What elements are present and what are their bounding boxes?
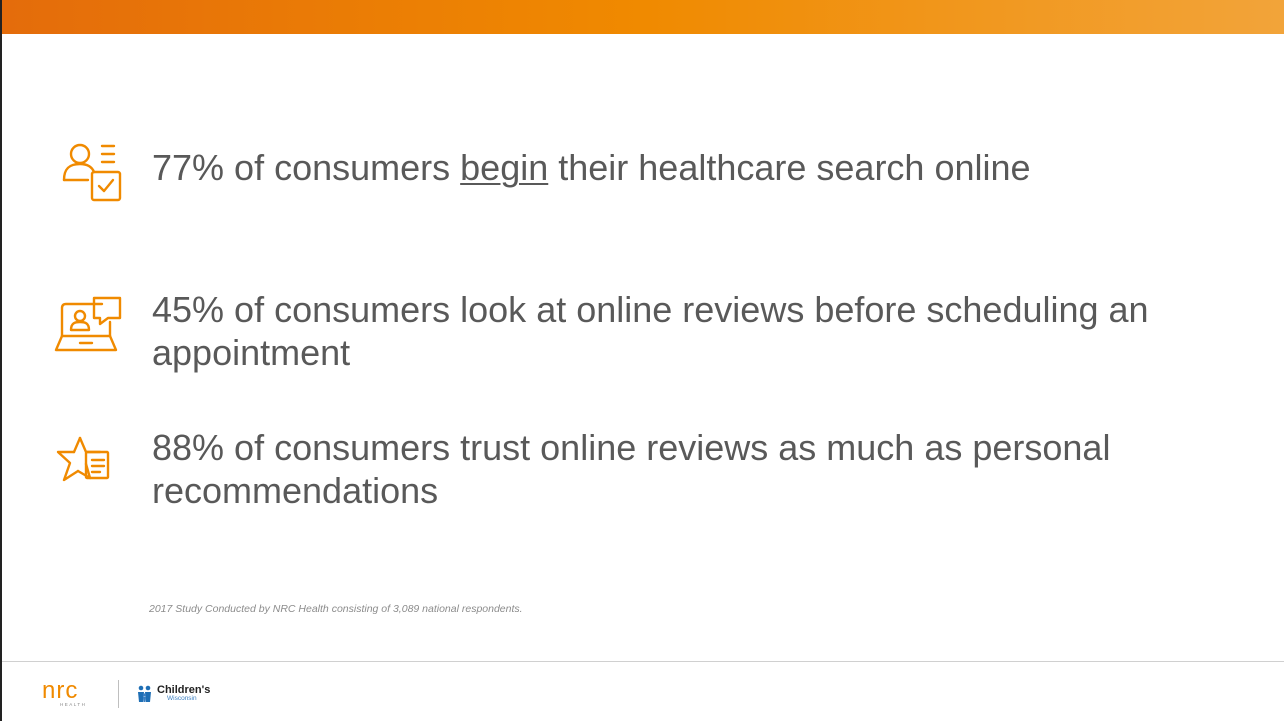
stat-item-online-reviews: 45% of consumers look at online reviews … xyxy=(54,289,1242,374)
accent-header-bar xyxy=(2,0,1284,34)
user-checklist-icon xyxy=(62,143,122,202)
stat-text: 77% of consumers begin their healthcare … xyxy=(152,147,1031,188)
source-footnote: 2017 Study Conducted by NRC Health consi… xyxy=(149,603,523,615)
laptop-review-icon xyxy=(54,296,122,352)
family-icon xyxy=(138,685,151,702)
nrc-health-logo: nrc HEALTH xyxy=(42,678,86,707)
logo-divider xyxy=(118,680,119,708)
logo-sub: Wisconsin xyxy=(167,695,197,703)
footer-divider xyxy=(2,661,1284,662)
svg-text:nrc: nrc xyxy=(42,678,78,704)
stat-item-search-online: 77% of consumers begin their healthcare … xyxy=(54,142,1242,212)
stat-text: 88% of consumers trust online reviews as… xyxy=(152,427,1111,511)
stat-item-trust-reviews: 88% of consumers trust online reviews as… xyxy=(54,427,1242,512)
emphasis-word: begin xyxy=(460,147,549,188)
slide: 77% of consumers begin their healthcare … xyxy=(0,0,1284,721)
star-list-icon xyxy=(56,436,110,482)
svg-text:HEALTH: HEALTH xyxy=(60,702,86,707)
childrens-wisconsin-logo: Children's Wisconsin xyxy=(135,682,210,706)
stat-text: 45% of consumers look at online reviews … xyxy=(152,289,1149,373)
